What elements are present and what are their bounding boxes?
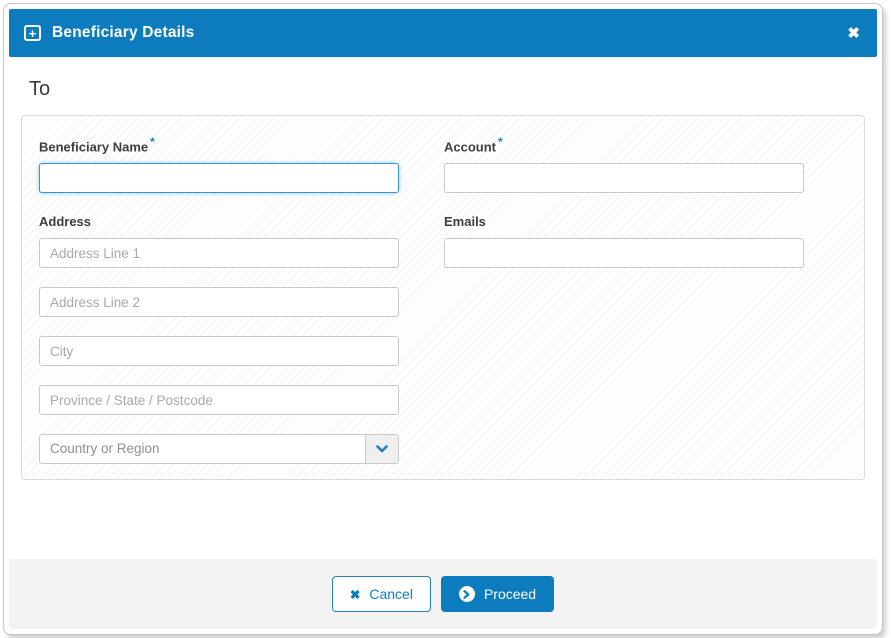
proceed-circle-icon — [459, 586, 475, 602]
beneficiary-details-modal: + Beneficiary Details ✖ To Beneficiary N… — [3, 3, 883, 635]
close-icon[interactable]: ✖ — [845, 22, 862, 45]
country-select[interactable]: Country or Region — [39, 434, 399, 464]
account-label: Account* — [444, 135, 804, 154]
address-group: Address Country or Region — [39, 214, 399, 464]
city-input[interactable] — [39, 336, 399, 366]
proceed-button-label: Proceed — [484, 586, 536, 602]
chevron-right-icon — [463, 590, 470, 599]
modal-body: To Beneficiary Name* Address — [9, 57, 877, 559]
address-label: Address — [39, 214, 399, 229]
plus-square-icon: + — [24, 25, 41, 41]
required-asterisk: * — [150, 135, 155, 149]
chevron-down-icon — [376, 445, 388, 453]
emails-group: Emails — [444, 214, 804, 268]
required-asterisk: * — [498, 135, 503, 149]
cancel-button[interactable]: ✖ Cancel — [332, 576, 431, 612]
address-line2-input[interactable] — [39, 287, 399, 317]
proceed-button[interactable]: Proceed — [441, 576, 554, 612]
emails-label: Emails — [444, 214, 804, 229]
modal-header: + Beneficiary Details ✖ — [9, 9, 877, 57]
section-heading: To — [29, 78, 865, 101]
form-right-column: Account* Emails — [444, 135, 804, 464]
plus-glyph: + — [29, 27, 37, 40]
modal-footer: ✖ Cancel Proceed — [9, 559, 877, 629]
emails-input[interactable] — [444, 238, 804, 268]
cancel-button-label: Cancel — [369, 586, 413, 602]
modal-title: Beneficiary Details — [52, 24, 195, 42]
account-input[interactable] — [444, 163, 804, 193]
cancel-x-icon: ✖ — [350, 587, 360, 602]
address-line1-input[interactable] — [39, 238, 399, 268]
beneficiary-name-input[interactable] — [39, 163, 399, 193]
country-dropdown-button[interactable] — [365, 435, 398, 463]
form-panel: Beneficiary Name* Address Country or Reg… — [21, 115, 865, 480]
province-state-postcode-input[interactable] — [39, 385, 399, 415]
form-left-column: Beneficiary Name* Address Country or Reg… — [39, 135, 399, 464]
beneficiary-name-group: Beneficiary Name* — [39, 135, 399, 193]
country-select-value: Country or Region — [40, 435, 365, 463]
account-group: Account* — [444, 135, 804, 193]
beneficiary-name-label: Beneficiary Name* — [39, 135, 399, 154]
